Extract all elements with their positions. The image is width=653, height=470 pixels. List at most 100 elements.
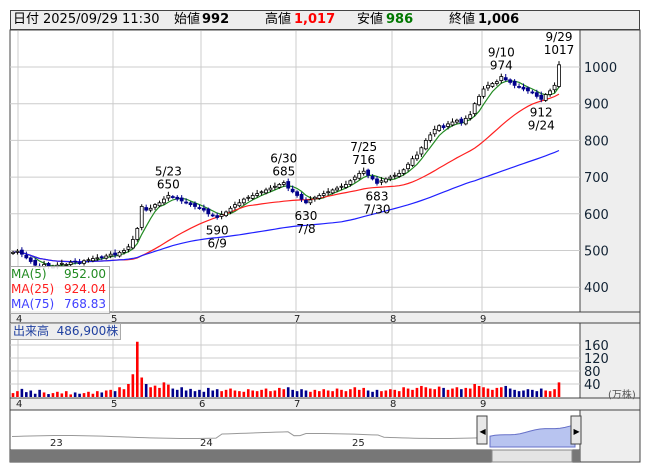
volume-bar (375, 389, 379, 397)
volume-bar (331, 391, 334, 397)
candle-body (348, 180, 353, 185)
candle-body (215, 215, 220, 218)
candle-body (95, 257, 100, 260)
price-tick-label: 700 (584, 171, 609, 186)
volume-bar (25, 392, 28, 397)
candle-body (432, 128, 437, 135)
price-tick-label: 900 (584, 98, 609, 113)
price-tick-label: 600 (584, 208, 609, 223)
volume-bar (304, 390, 308, 397)
candle-body (246, 196, 251, 199)
volume-bar (380, 391, 383, 397)
volume-bar (468, 388, 472, 397)
scrollbar-thumb[interactable] (491, 449, 573, 463)
candle-body (193, 203, 197, 207)
volume-bar (162, 382, 166, 397)
candle-body (99, 256, 104, 259)
ma75-value: 768.83 (64, 297, 106, 311)
volume-bar (260, 389, 263, 397)
volume-bar (131, 374, 135, 397)
volume-bar (215, 389, 219, 397)
volume-bar (335, 388, 339, 397)
volume-bar (544, 390, 547, 397)
volume-bar (517, 391, 521, 397)
navigator-year-label: 23 (50, 438, 63, 449)
volume-bar (171, 388, 175, 397)
volume-bar (175, 389, 179, 397)
volume-bar (20, 388, 24, 397)
month-label: 4 (16, 399, 22, 410)
navigator-right-arrow-icon: ▶ (574, 427, 581, 436)
volume-bar (539, 388, 543, 397)
month-label: 9 (480, 399, 486, 410)
volume-bar (455, 387, 459, 397)
volume-bar (144, 384, 148, 397)
volume-bar (557, 382, 561, 397)
volume-bar (402, 387, 405, 397)
candle-body (73, 260, 78, 263)
volume-bar (122, 389, 126, 397)
volume-bar (393, 389, 397, 397)
volume-bar (38, 389, 41, 397)
candle-body (415, 154, 419, 160)
volume-bar (349, 389, 352, 397)
month-label: 6 (199, 399, 205, 410)
ma5-value: 952.00 (64, 267, 106, 281)
annotation-date: 7/25 (350, 140, 377, 154)
candle-body (299, 193, 304, 200)
volume-bar (246, 389, 250, 397)
candle-body (481, 88, 486, 97)
candle-body (304, 199, 308, 204)
candle-body (352, 176, 357, 181)
candle-body (503, 77, 508, 81)
volume-bar (198, 389, 201, 397)
candle-body (33, 260, 38, 266)
volume-bar (282, 389, 286, 397)
candle-body (77, 262, 82, 265)
volume-bar (366, 390, 370, 397)
candle-body (370, 175, 375, 180)
price-tick-label: 500 (584, 245, 609, 260)
volume-bar (16, 391, 19, 397)
candle-body (233, 204, 237, 208)
volume-bar (78, 393, 81, 397)
volume-value: 486,900株 (56, 324, 119, 338)
candle-body (91, 258, 95, 262)
volume-bar (411, 389, 414, 397)
candle-body (423, 139, 428, 150)
annotation-date: 5/23 (155, 164, 182, 178)
volume-bar (300, 389, 303, 397)
price-tick-label: 800 (584, 134, 609, 149)
candle-body (210, 214, 215, 217)
volume-bar (189, 388, 192, 397)
annotation-date: 7/8 (296, 222, 315, 236)
candle-body (228, 207, 233, 213)
volume-bar (357, 389, 361, 397)
volume-bar (495, 387, 499, 397)
volume-bar (118, 387, 121, 397)
candle-body (188, 202, 193, 206)
candle-body (237, 202, 242, 207)
volume-bar (322, 389, 326, 397)
volume-bar (499, 387, 503, 397)
candle-body (437, 125, 442, 131)
annotation-value: 683 (366, 189, 389, 203)
candle-body (286, 181, 291, 189)
candle-body (450, 121, 455, 126)
volume-bar (60, 393, 64, 397)
annotation-value: 685 (272, 165, 295, 179)
volume-bar (508, 388, 512, 397)
candle-body (295, 191, 299, 196)
volume-bar (255, 391, 259, 397)
volume-bar (64, 391, 68, 397)
candle-body (11, 251, 15, 254)
month-label: 7 (294, 314, 300, 325)
month-label: 9 (480, 314, 486, 325)
volume-bar (224, 389, 228, 397)
candle-body (446, 123, 450, 127)
volume-bar (104, 390, 108, 397)
candle-body (530, 91, 535, 94)
volume-bar (127, 384, 130, 397)
candle-body (548, 90, 553, 95)
annotation-value: 974 (490, 59, 513, 73)
